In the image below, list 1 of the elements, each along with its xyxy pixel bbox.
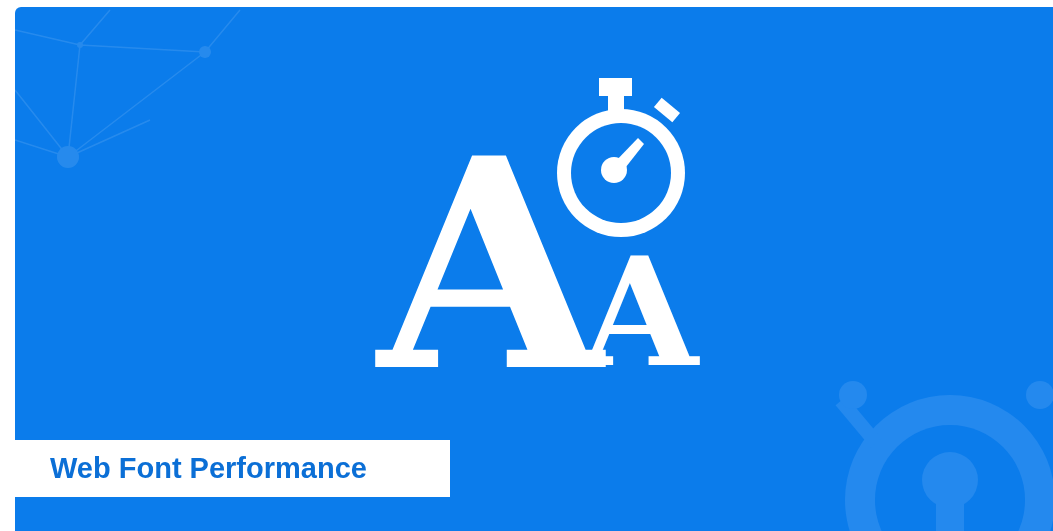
title-label: Web Font Performance xyxy=(15,440,450,497)
